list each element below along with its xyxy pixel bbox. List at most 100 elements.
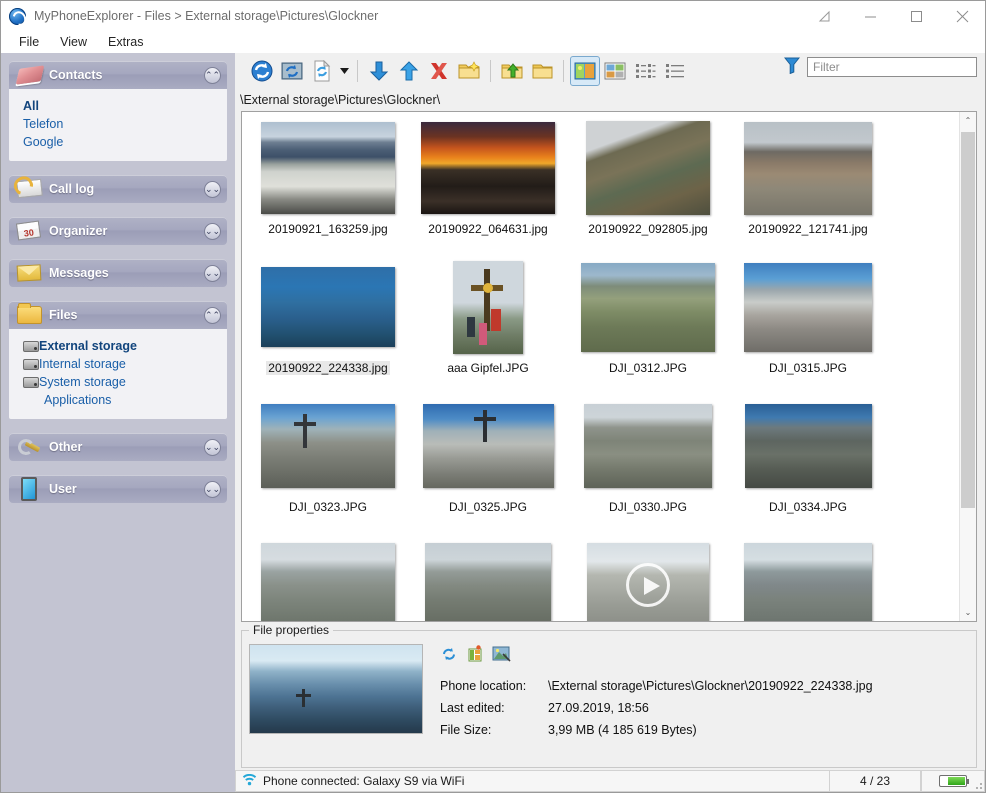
sidebar-panel-header-contacts[interactable]: Contacts ⌃⌃	[9, 61, 227, 89]
sidebar-panel-label: Other	[49, 440, 204, 454]
status-selection-count: 4 / 23	[829, 770, 921, 792]
view-small-thumbs-icon[interactable]	[600, 56, 630, 86]
expand-chevron-icon[interactable]: ⌄⌄	[204, 265, 221, 282]
expand-chevron-icon[interactable]: ⌄⌄	[204, 223, 221, 240]
thumbnail-container	[580, 535, 716, 622]
play-icon[interactable]	[626, 563, 670, 607]
file-list-scrollbar[interactable]: ⌃ ⌄	[959, 112, 976, 621]
folder-icon	[17, 303, 43, 325]
view-details-icon[interactable]	[660, 56, 690, 86]
status-connection: Phone connected: Galaxy S9 via WiFi	[235, 770, 829, 792]
scroll-up-arrow-icon[interactable]: ⌃	[960, 112, 976, 129]
exif-info-icon[interactable]	[466, 645, 484, 665]
file-tile[interactable]: 20190922_064631.jpg	[408, 118, 568, 257]
refresh-all-icon[interactable]	[247, 56, 277, 86]
sidebar-item-internal-storage[interactable]: Internal storage	[23, 355, 217, 373]
menu-item-file[interactable]: File	[9, 33, 50, 52]
filter-input[interactable]	[807, 57, 977, 77]
property-value: 27.09.2019, 18:56	[548, 697, 649, 719]
collapse-chevron-icon[interactable]: ⌃⌃	[204, 307, 221, 324]
expand-chevron-icon[interactable]: ⌄⌄	[204, 481, 221, 498]
thumbnail-container	[420, 396, 556, 496]
new-folder-icon[interactable]	[454, 56, 484, 86]
title-bar: MyPhoneExplorer - Files > External stora…	[1, 1, 985, 31]
folder-up-icon[interactable]	[497, 56, 527, 86]
path-bar[interactable]: \External storage\Pictures\Glockner\	[235, 89, 985, 111]
sidebar-panel-header-call-log[interactable]: Call log ⌄⌄	[9, 175, 227, 203]
expand-chevron-icon[interactable]: ⌄⌄	[204, 181, 221, 198]
file-tile[interactable]	[248, 535, 408, 622]
preview-image-icon[interactable]	[492, 645, 511, 665]
sidebar-panel-user: User ⌄⌄	[9, 475, 227, 503]
collapse-chevron-icon[interactable]: ⌃⌃	[204, 67, 221, 84]
sidebar-panel-body-contacts: All Telefon Google	[9, 89, 227, 161]
file-tile[interactable]: DJI_0315.JPG	[728, 257, 888, 396]
sidebar-item-external-storage[interactable]: External storage	[23, 337, 217, 355]
file-tile[interactable]: 20190921_163259.jpg	[248, 118, 408, 257]
drive-icon	[23, 359, 39, 370]
sidebar-item-telefon[interactable]: Telefon	[23, 115, 217, 133]
main-body: Contacts ⌃⌃ All Telefon Google Call log …	[1, 53, 985, 772]
file-tile[interactable]	[728, 535, 888, 622]
sidebar-panel-label: Call log	[49, 182, 204, 196]
refresh-image-icon[interactable]	[277, 56, 307, 86]
sidebar-item-google[interactable]: Google	[23, 133, 217, 151]
menu-item-view[interactable]: View	[50, 33, 98, 52]
toolbar-separator	[563, 60, 564, 82]
download-icon[interactable]	[364, 56, 394, 86]
upload-icon[interactable]	[394, 56, 424, 86]
file-name: 20190922_064631.jpg	[428, 222, 547, 236]
menu-item-extras[interactable]: Extras	[98, 33, 154, 52]
sidebar-panel-header-messages[interactable]: Messages ⌄⌄	[9, 259, 227, 287]
minimize-button[interactable]	[847, 1, 893, 31]
file-tile-video[interactable]	[568, 535, 728, 622]
refresh-properties-icon[interactable]	[440, 645, 458, 665]
scroll-down-arrow-icon[interactable]: ⌄	[960, 604, 976, 621]
sidebar-item-label: Google	[23, 133, 63, 151]
close-button[interactable]	[939, 1, 985, 31]
refresh-file-icon[interactable]	[307, 56, 337, 86]
sidebar-panel-label: Organizer	[49, 224, 204, 238]
view-large-thumbs-icon[interactable]	[570, 56, 600, 86]
file-properties-preview	[250, 645, 422, 733]
menu-bar: File View Extras	[1, 31, 985, 53]
sidebar-item-system-storage[interactable]: System storage	[23, 373, 217, 391]
file-tile[interactable]: DJI_0323.JPG	[248, 396, 408, 535]
sidebar-item-label: Telefon	[23, 115, 63, 133]
file-tile[interactable]: 20190922_092805.jpg	[568, 118, 728, 257]
file-tile[interactable]: DJI_0325.JPG	[408, 396, 568, 535]
file-tile[interactable]: 20190922_224338.jpg	[248, 257, 408, 396]
file-tile[interactable]: aaa Gipfel.JPG	[408, 257, 568, 396]
file-tile[interactable]: 20190922_121741.jpg	[728, 118, 888, 257]
thumbnail-container	[260, 396, 396, 496]
file-tile[interactable]: DJI_0334.JPG	[728, 396, 888, 535]
thumbnail-container	[740, 535, 876, 622]
view-list-icon[interactable]	[630, 56, 660, 86]
sidebar-panel-body-files: External storage Internal storage System…	[9, 329, 227, 419]
sidebar-panel-header-files[interactable]: Files ⌃⌃	[9, 301, 227, 329]
file-list[interactable]: 20190921_163259.jpg 20190922_064631.jpg …	[242, 112, 959, 621]
sidebar-item-all[interactable]: All	[23, 97, 217, 115]
dropdown-caret-icon[interactable]	[337, 56, 351, 86]
sidebar-panel-other: Other ⌄⌄	[9, 433, 227, 461]
file-name: 20190921_163259.jpg	[268, 222, 387, 236]
sidebar-panel-contacts: Contacts ⌃⌃ All Telefon Google	[9, 61, 227, 161]
help-button[interactable]	[801, 1, 847, 31]
sidebar-panel-header-user[interactable]: User ⌄⌄	[9, 475, 227, 503]
resize-grip[interactable]	[973, 780, 983, 790]
maximize-button[interactable]	[893, 1, 939, 31]
file-tile[interactable]: DJI_0330.JPG	[568, 396, 728, 535]
file-name: 20190922_092805.jpg	[588, 222, 707, 236]
file-tile[interactable]: DJI_0312.JPG	[568, 257, 728, 396]
file-tile[interactable]	[408, 535, 568, 622]
file-thumbnail	[453, 261, 523, 354]
delete-icon[interactable]	[424, 56, 454, 86]
expand-chevron-icon[interactable]: ⌄⌄	[204, 439, 221, 456]
calendar-icon	[17, 219, 43, 241]
sidebar-item-applications[interactable]: Applications	[23, 391, 217, 409]
sidebar-panel-header-organizer[interactable]: Organizer ⌄⌄	[9, 217, 227, 245]
sidebar-panel-header-other[interactable]: Other ⌄⌄	[9, 433, 227, 461]
sidebar-item-label: System storage	[39, 373, 126, 391]
folder-icon[interactable]	[527, 56, 557, 86]
scrollbar-thumb[interactable]	[961, 132, 975, 508]
